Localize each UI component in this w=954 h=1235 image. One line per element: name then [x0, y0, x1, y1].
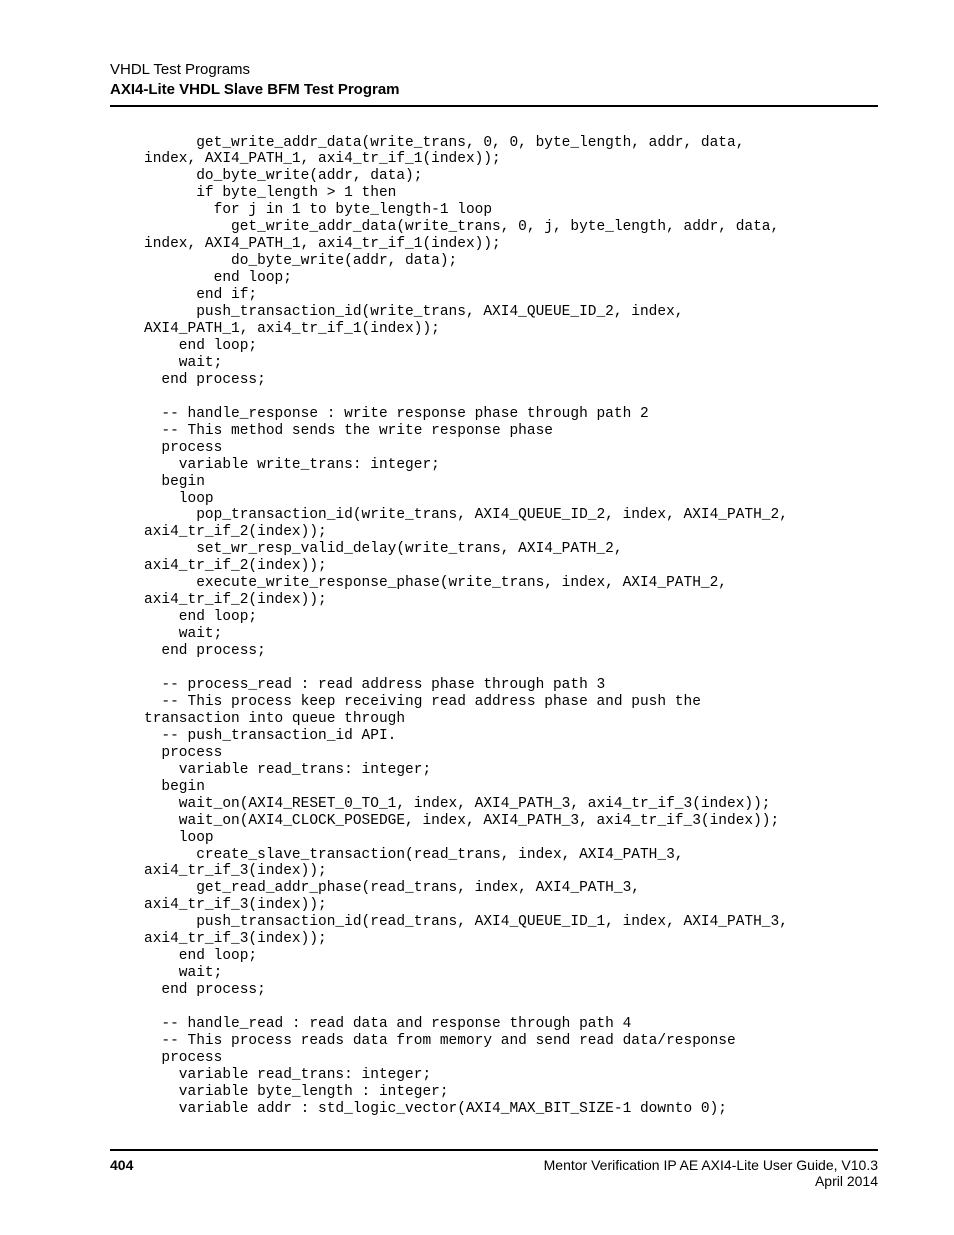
header-rule	[110, 105, 878, 107]
page-number: 404	[110, 1157, 133, 1189]
footer-row: 404 Mentor Verification IP AE AXI4-Lite …	[110, 1157, 878, 1189]
footer-guide: Mentor Verification IP AE AXI4-Lite User…	[544, 1157, 878, 1173]
page-header: VHDL Test Programs AXI4-Lite VHDL Slave …	[110, 60, 878, 101]
header-section: AXI4-Lite VHDL Slave BFM Test Program	[110, 80, 878, 100]
page-footer: 404 Mentor Verification IP AE AXI4-Lite …	[110, 1149, 878, 1189]
footer-date: April 2014	[544, 1173, 878, 1189]
footer-right: Mentor Verification IP AE AXI4-Lite User…	[544, 1157, 878, 1189]
header-chapter: VHDL Test Programs	[110, 60, 878, 80]
code-block: get_write_addr_data(write_trans, 0, 0, b…	[110, 135, 878, 1118]
document-page: VHDL Test Programs AXI4-Lite VHDL Slave …	[0, 0, 954, 1158]
